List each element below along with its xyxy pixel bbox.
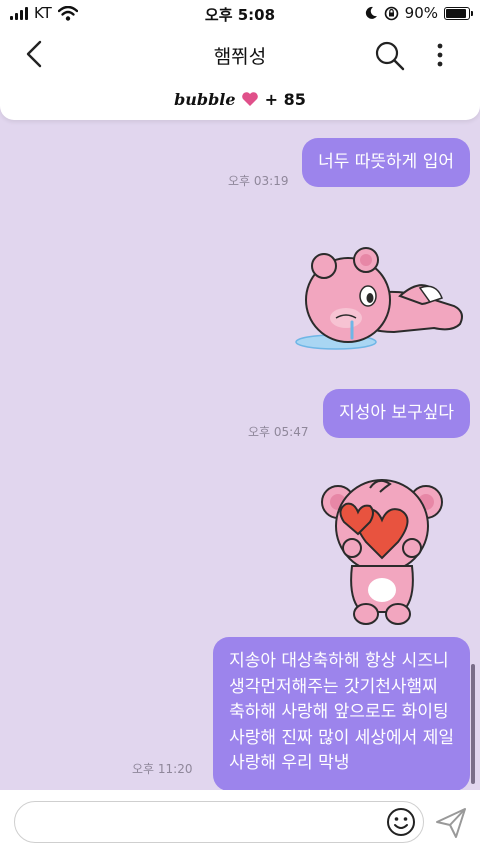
- heart-bear-sticker[interactable]: [318, 474, 446, 626]
- message-timestamp: 오후 03:19: [228, 174, 289, 188]
- message-input-container[interactable]: [14, 801, 424, 843]
- message-line: 축하해 사랑해 앞으로도 화이팅: [229, 702, 449, 722]
- battery-label: 90%: [404, 4, 438, 22]
- message-line: 사랑해 우리 막냉: [229, 753, 350, 773]
- bubble-logo-text: bubble: [174, 90, 236, 109]
- chat-title: 햄쮜성: [213, 46, 267, 68]
- input-bar: [0, 790, 480, 854]
- send-icon[interactable]: [434, 806, 468, 840]
- battery-icon: [444, 6, 473, 20]
- status-right: 90%: [364, 4, 473, 22]
- chat-area[interactable]: bubble + 85 오후 03:19 너두 따뜻하게 입어 오후 05:47: [0, 82, 480, 790]
- chat-header: 햄쮜성: [0, 26, 480, 82]
- more-vertical-icon[interactable]: [430, 40, 450, 72]
- bubble-counter-card: bubble + 85: [0, 82, 480, 120]
- heart-icon: [242, 92, 258, 106]
- message-line: 사랑해 진짜 많이 세상에서 제일: [229, 727, 454, 748]
- bubble-count: + 85: [264, 90, 306, 109]
- message-line: 생각먼저해주는 갓기천사햄찌: [229, 676, 438, 697]
- message-bubble[interactable]: 지송아 대상축하해 항상 시즈니 생각먼저해주는 갓기천사햄찌 축하해 사랑해 …: [213, 637, 470, 790]
- message-input[interactable]: [29, 810, 379, 834]
- chat-scrollbar[interactable]: [471, 664, 475, 784]
- status-bar: KT 오후 5:08 90%: [0, 0, 480, 26]
- moon-icon: [365, 6, 377, 19]
- lying-bear-sticker[interactable]: [294, 242, 470, 354]
- message-line: 지송아 대상축하해 항상 시즈니: [229, 651, 449, 671]
- message-bubble[interactable]: 지성아 보구싶다: [323, 389, 470, 438]
- message-bubble[interactable]: 너두 따뜻하게 입어: [302, 138, 470, 187]
- emoji-icon[interactable]: [386, 807, 416, 837]
- search-icon[interactable]: [374, 40, 406, 72]
- orientation-lock-icon: [384, 6, 398, 20]
- message-timestamp: 오후 11:20: [132, 762, 193, 776]
- message-timestamp: 오후 05:47: [248, 425, 309, 439]
